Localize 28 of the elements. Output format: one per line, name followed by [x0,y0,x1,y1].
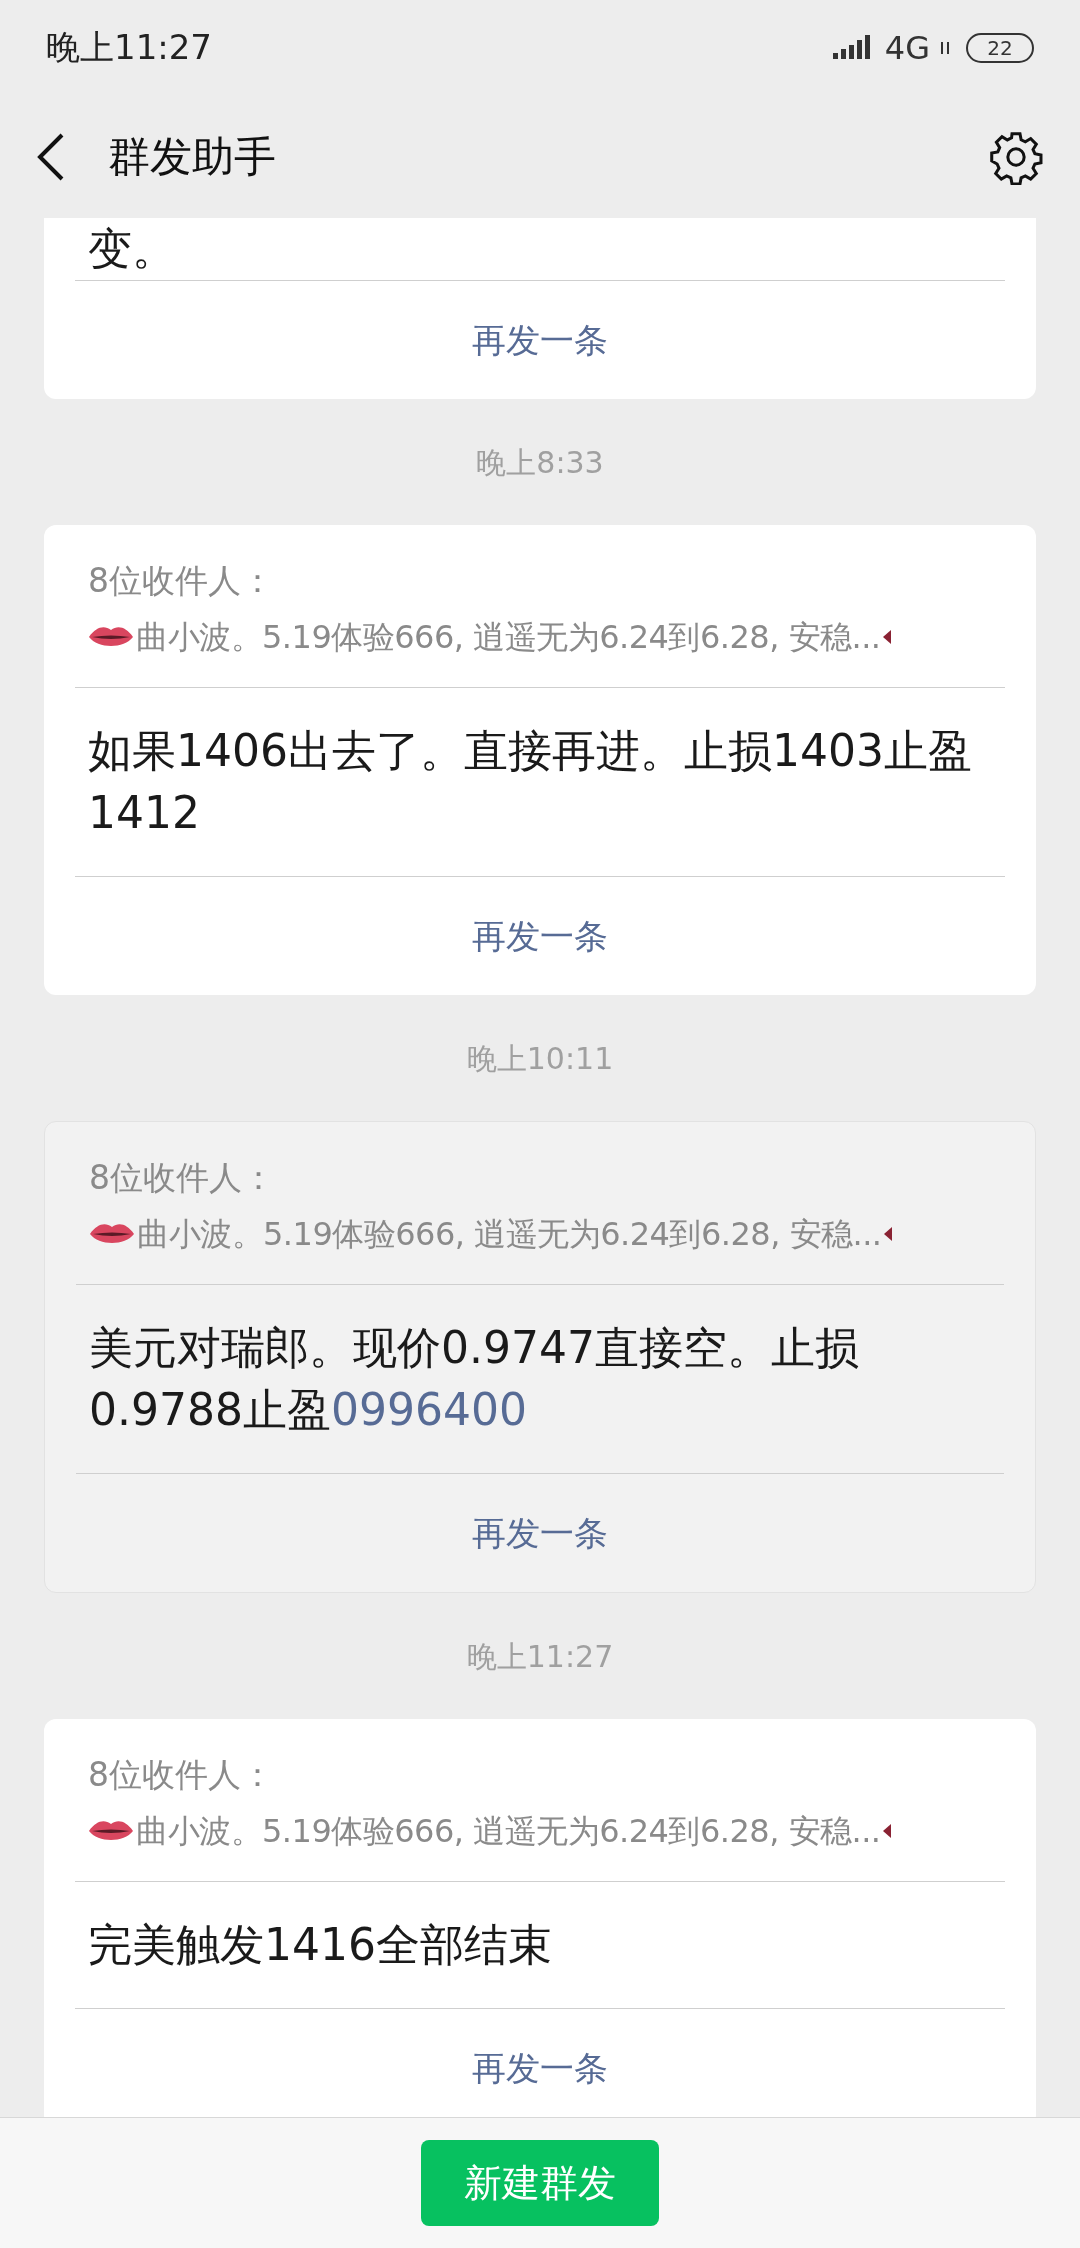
resend-button[interactable]: 再发一条 [472,1507,608,1559]
resend-button[interactable]: 再发一条 [472,910,608,962]
recipients-list: 曲小波。5.19体验666, 逍遥无为6.24到6.28, 安稳... [136,613,881,661]
recipients-label: 8位收件人： [88,560,275,602]
recipients-list: 曲小波。5.19体验666, 逍遥无为6.24到6.28, 安稳... [137,1210,882,1258]
message-text: 如果1406出去了。直接再进。止损1403止盈1412 [88,724,973,840]
data-arrows-icon [940,39,950,56]
recipients-list: 曲小波。5.19体验666, 逍遥无为6.24到6.28, 安稳... [136,1807,881,1855]
screen-title: 群发助手 [108,131,276,183]
timestamp: 晚上11:27 [466,1637,614,1676]
message-text: 变。 [88,222,177,276]
recipients-label: 8位收件人： [89,1157,276,1199]
back-icon[interactable] [36,132,66,181]
status-time: 晚上11:27 [46,26,212,69]
message-card[interactable]: 8位收件人： 曲小波。5.19体验666, 逍遥无为6.24到6.28, 安稳... 如果1406出去了。直接再进。止损1403止盈1412 再发一条 [44,525,1036,995]
resend-button[interactable]: 再发一条 [472,314,608,366]
message-text: 完美触发1416全部结束 [88,1918,553,1972]
battery-indicator: 22 [966,32,1034,63]
network-label: 4G [884,27,930,69]
number-link[interactable]: 0996400 [330,1384,527,1435]
timestamp: 晚上8:33 [476,443,604,482]
message-card[interactable]: 变。 再发一条 [44,218,1036,399]
recipients-label: 8位收件人： [88,1754,275,1796]
resend-button[interactable]: 再发一条 [472,2042,608,2094]
timestamp: 晚上10:11 [466,1039,614,1078]
message-text: 美元对瑞郎。现价0.9747直接空。止损0.9788止盈0996400 [89,1321,860,1437]
message-card[interactable]: 8位收件人： 曲小波。5.19体验666, 逍遥无为6.24到6.28, 安稳... 美元对瑞郎。现价0.9747直接空。止损0.9788止盈0996400 再发一条 [44,1121,1036,1593]
message-card[interactable]: 8位收件人： 曲小波。5.19体验666, 逍遥无为6.24到6.28, 安稳... 完美触发1416全部结束 再发一条 [44,1719,1036,2117]
